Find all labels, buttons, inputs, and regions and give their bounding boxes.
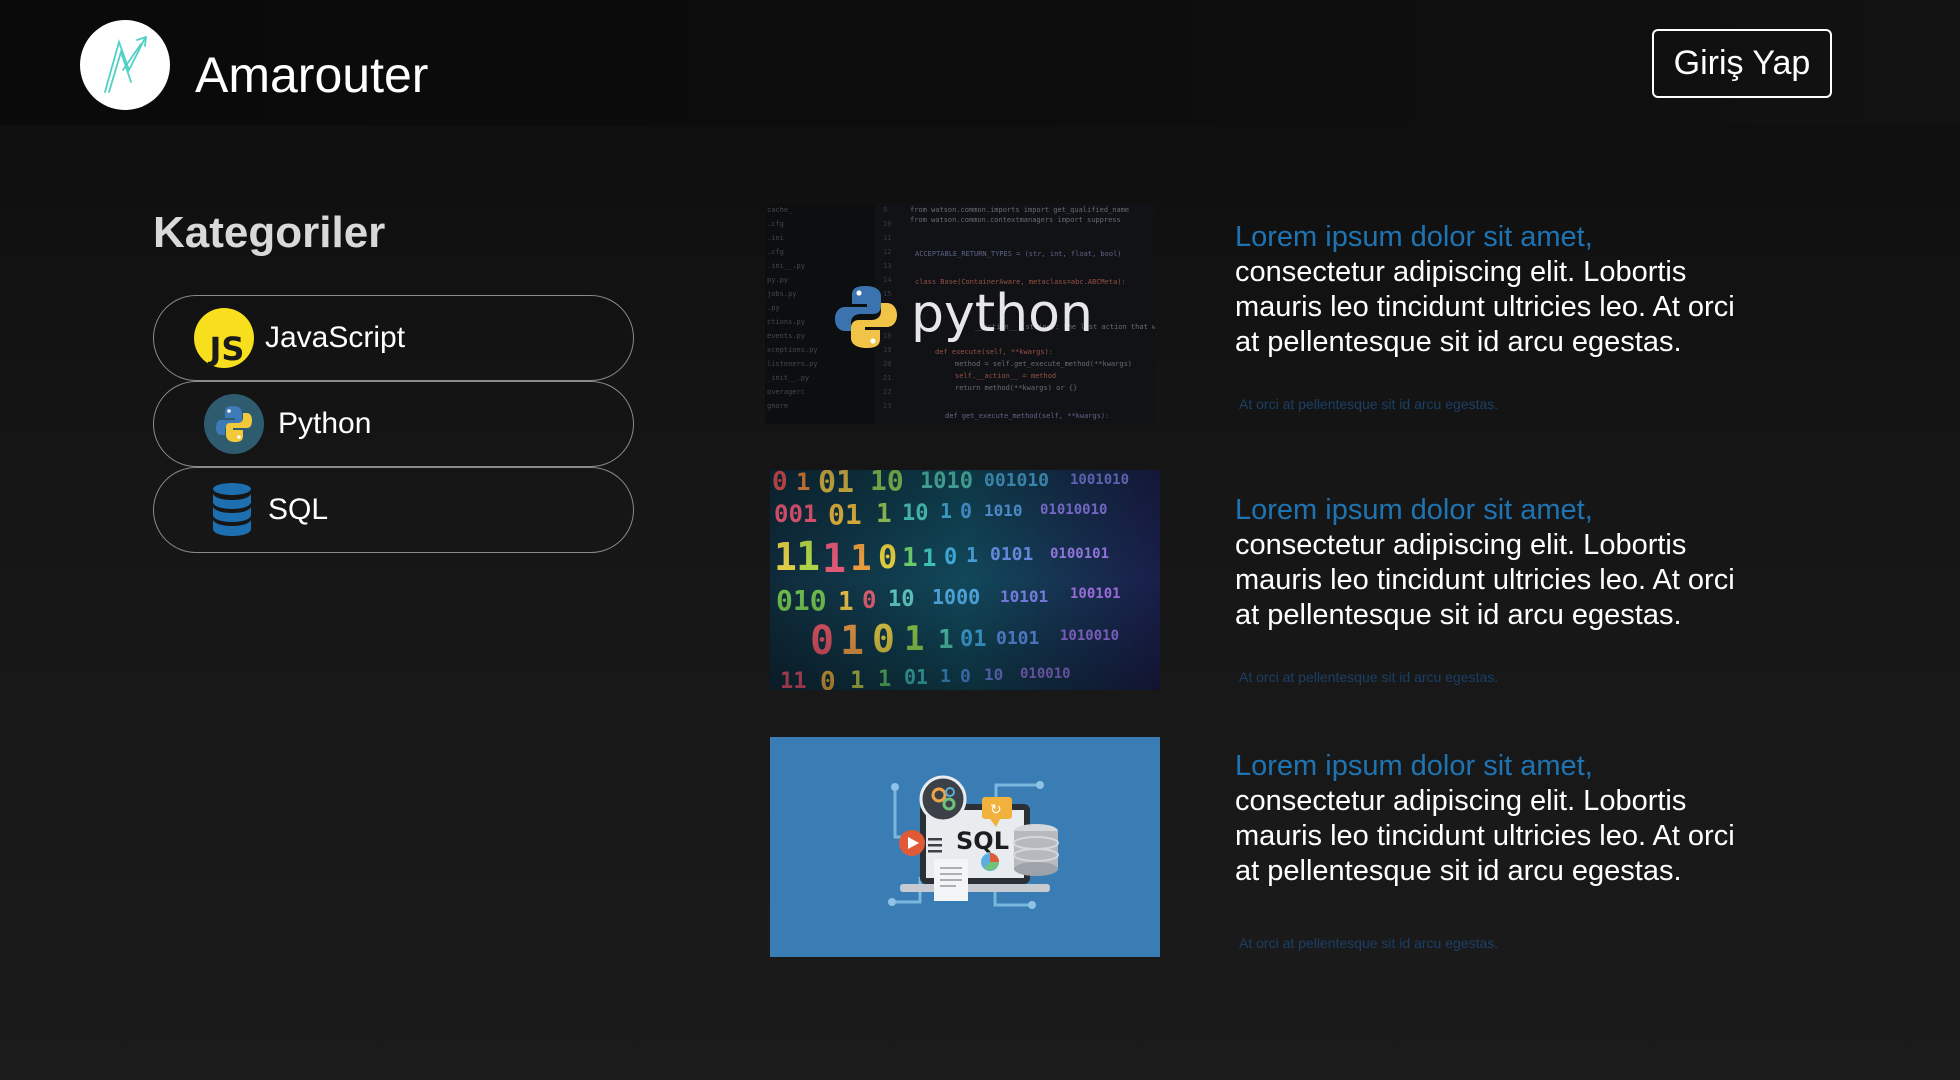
svg-text:JS: JS <box>208 330 245 368</box>
database-icon <box>210 480 254 540</box>
category-label: SQL <box>268 493 329 526</box>
svg-text:↻: ↻ <box>990 802 1002 818</box>
login-button[interactable]: Giriş Yap <box>1652 29 1832 98</box>
top-navbar: Amarouter Giriş Yap <box>0 0 1960 125</box>
javascript-icon: JS <box>194 308 254 368</box>
category-label: Python <box>278 407 372 440</box>
python-icon <box>204 394 264 454</box>
category-item-python[interactable]: Python <box>153 381 634 467</box>
article-text[interactable]: Lorem ipsum dolor sit amet, consectetur … <box>1235 493 1735 633</box>
article-image-binary[interactable]: 0 1 01 10 1010 001010 1001010 001 01 1 1… <box>770 470 1160 690</box>
article-lead: Lorem ipsum dolor sit amet, <box>1235 494 1593 526</box>
article-text[interactable]: Lorem ipsum dolor sit amet, consectetur … <box>1235 749 1735 889</box>
image-caption: SQL <box>956 827 1009 855</box>
article-meta: At orci at pellentesque sit id arcu eges… <box>1239 669 1499 685</box>
image-caption: python <box>911 284 1093 344</box>
article-lead: Lorem ipsum dolor sit amet, <box>1235 221 1593 253</box>
article-body: consectetur adipiscing elit. Lobortis ma… <box>1235 256 1735 358</box>
article-body: consectetur adipiscing elit. Lobortis ma… <box>1235 529 1735 631</box>
article-meta: At orci at pellentesque sit id arcu eges… <box>1239 935 1499 951</box>
brand-logo[interactable] <box>80 20 170 110</box>
category-label: JavaScript <box>265 321 406 354</box>
main-content: Kategoriler JS JavaScript Python SQL cac… <box>0 125 1960 1080</box>
article-meta: At orci at pellentesque sit id arcu eges… <box>1239 396 1499 412</box>
article-image-python[interactable]: cache_ .cfg .ini .cfg .ini__.py py.py jobs.p… <box>765 204 1155 424</box>
logo-mark-icon <box>104 35 148 93</box>
article-text[interactable]: Lorem ipsum dolor sit amet, consectetur … <box>1235 220 1735 360</box>
article-image-sql[interactable]: SQL ↻ <box>770 737 1160 957</box>
brand-name[interactable]: Amarouter <box>195 45 428 105</box>
category-item-javascript[interactable]: JS JavaScript <box>153 295 634 381</box>
categories-title: Kategoriler <box>153 208 386 257</box>
article-lead: Lorem ipsum dolor sit amet, <box>1235 750 1593 782</box>
article-body: consectetur adipiscing elit. Lobortis ma… <box>1235 785 1735 887</box>
category-item-sql[interactable]: SQL <box>153 467 634 553</box>
